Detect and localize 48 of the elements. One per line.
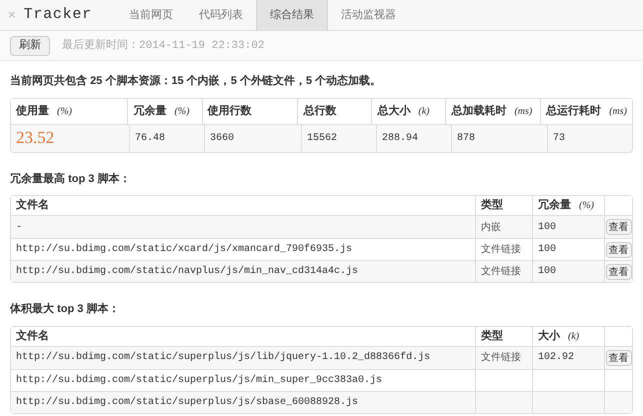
tab[interactable]: 综合结果 bbox=[256, 0, 328, 30]
table-cell-text: 288.94 bbox=[382, 132, 418, 146]
table-cell-text: 文件链接 bbox=[481, 264, 521, 279]
column-header: 使用量 (%) bbox=[16, 104, 72, 119]
column-header: 总大小 (k) bbox=[377, 104, 430, 119]
column-header: 冗余量 (%) bbox=[538, 198, 594, 214]
table-cell-text: 73 bbox=[553, 132, 566, 146]
column-header: 使用行数 bbox=[208, 104, 252, 119]
file-name-cell-text: http://su.bdimg.com/static/xcard/js/xmancard_790f6935.js bbox=[16, 242, 352, 257]
app-title: Tracker bbox=[24, 4, 93, 25]
column-header: 文件名 bbox=[16, 198, 49, 214]
refresh-button[interactable]: 刷新 bbox=[10, 36, 50, 56]
file-name-cell-text: http://su.bdimg.com/static/superplus/js/sbase_60088928.js bbox=[16, 396, 358, 410]
table-cell-text: 3660 bbox=[210, 132, 234, 146]
tab[interactable]: 活动监视器 bbox=[328, 0, 409, 30]
section-title: 体积最大 top 3 脚本： bbox=[10, 302, 120, 317]
table-cell-text: 76.48 bbox=[135, 132, 166, 146]
tab[interactable]: 当前网页 bbox=[116, 0, 186, 30]
last-updated-text: 最后更新时间：2014-11-19 22:33:02 bbox=[62, 38, 264, 54]
tab[interactable]: 代码列表 bbox=[186, 0, 256, 30]
view-button[interactable]: 查看 bbox=[606, 219, 632, 235]
column-header: 冗余量 (%) bbox=[133, 104, 190, 119]
column-header: 大小 (k) bbox=[538, 328, 580, 344]
summary-text: 当前网页共包含 25 个脚本资源：15 个内嵌，5 个外链文件，5 个动态加载。 bbox=[10, 74, 382, 89]
table-cell-text: 内嵌 bbox=[481, 220, 501, 234]
table-cell-text: 100 bbox=[538, 265, 556, 279]
file-name-cell-text: http://su.bdimg.com/static/superplus/js/lib/jquery-1.10.2_d88366fd.js bbox=[16, 350, 430, 365]
view-button[interactable]: 查看 bbox=[606, 242, 632, 258]
section-title: 冗余量最高 top 3 脚本： bbox=[10, 172, 132, 186]
file-name-cell-text: http://su.bdimg.com/static/navplus/js/min_nav_cd314a4c.js bbox=[16, 264, 358, 279]
usage-value: 23.52 bbox=[16, 127, 54, 150]
column-header: 类型 bbox=[481, 328, 503, 344]
file-name-cell-text: - bbox=[16, 220, 22, 234]
table-cell-text: 102.92 bbox=[538, 351, 574, 365]
table-cell-text: 文件链接 bbox=[481, 242, 521, 257]
column-header: 总行数 bbox=[303, 104, 336, 119]
table-cell-text: 100 bbox=[538, 243, 556, 257]
column-header: 总运行耗时 (ms) bbox=[546, 104, 627, 119]
view-button[interactable]: 查看 bbox=[606, 350, 632, 366]
table-cell-text: 100 bbox=[538, 220, 556, 234]
file-name-cell-text: http://su.bdimg.com/static/superplus/js/min_super_9cc383a0.js bbox=[16, 374, 382, 388]
column-header: 总加载耗时 (ms) bbox=[451, 104, 532, 119]
column-header: 类型 bbox=[481, 198, 503, 214]
column-header: 文件名 bbox=[16, 328, 49, 344]
table-cell-text: 15562 bbox=[307, 132, 338, 146]
table-cell-text: 878 bbox=[457, 132, 476, 146]
table-cell-text: 文件链接 bbox=[481, 350, 521, 365]
view-button[interactable]: 查看 bbox=[606, 264, 632, 280]
